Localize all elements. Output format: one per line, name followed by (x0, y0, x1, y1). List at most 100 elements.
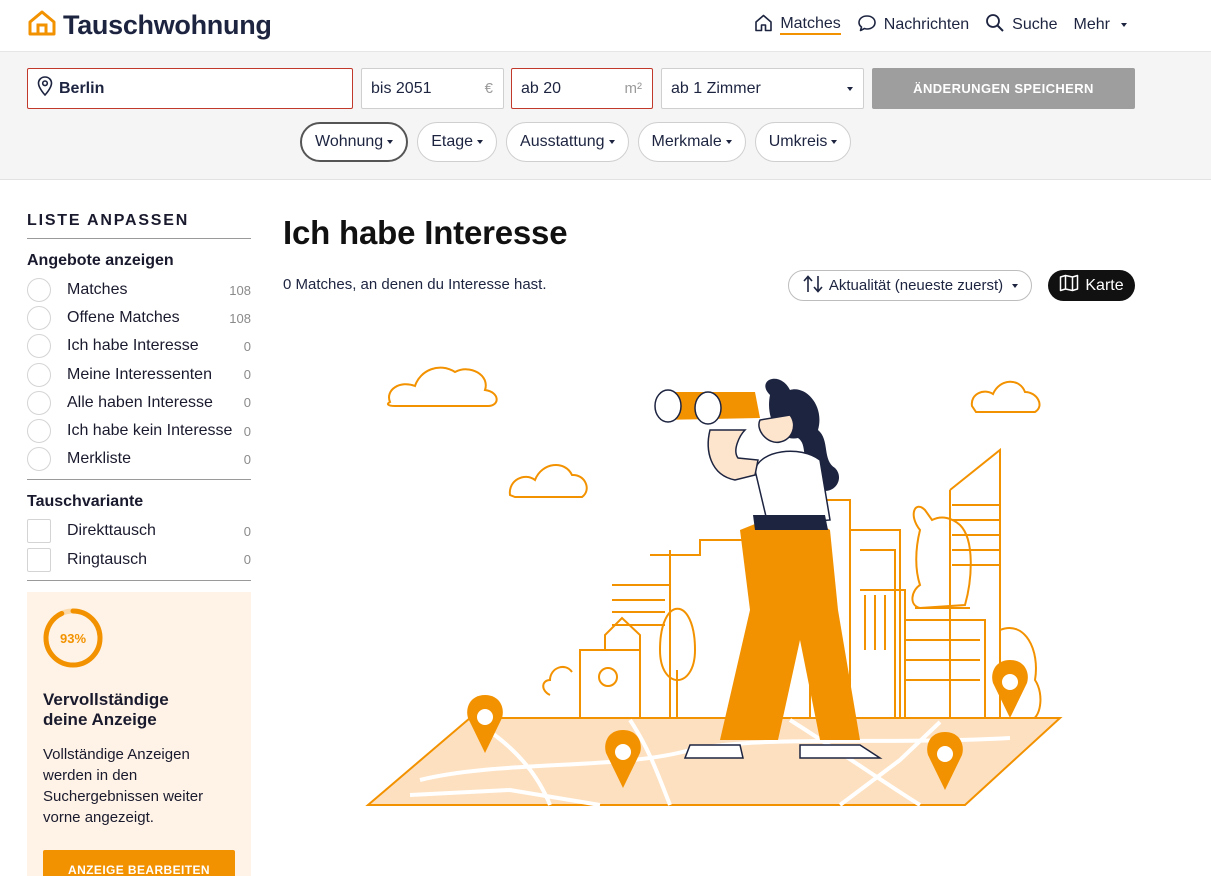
rooms-select[interactable]: ab 1 Zimmer (661, 68, 864, 109)
progress-ring: 93% (43, 608, 103, 668)
checkbox[interactable] (27, 547, 51, 572)
list-item-ich-habe-interesse[interactable]: Ich habe Interesse 0 (27, 332, 251, 360)
list-item-ringtausch[interactable]: Ringtausch 0 (27, 546, 251, 574)
match-count-text: 0 Matches, an denen du Interesse hast. (283, 276, 547, 293)
nav-mehr[interactable]: Mehr (1074, 12, 1127, 38)
radio-button[interactable] (27, 419, 51, 444)
cloud-icon (508, 464, 588, 498)
radio-button[interactable] (27, 334, 51, 359)
promo-title: Vervollständige deine Anzeige (43, 690, 169, 729)
radio-button[interactable] (27, 278, 51, 303)
save-changes-button[interactable]: ÄNDERUNGEN SPEICHERN (872, 68, 1135, 109)
list-item-count: 0 (243, 523, 251, 539)
empty-state-illustration (360, 350, 1070, 815)
divider (27, 479, 251, 481)
filter-ausstattung[interactable]: Ausstattung (506, 122, 629, 162)
page-title: Ich habe Interesse (283, 214, 568, 251)
map-view-button[interactable]: Karte (1048, 270, 1135, 301)
list-filter-sidebar: LISTE ANPASSEN Angebote anzeigen Matches… (27, 212, 251, 581)
woman-with-binoculars (654, 378, 883, 759)
radio-button[interactable] (27, 390, 51, 415)
search-icon (985, 13, 1005, 38)
nav-matches[interactable]: Matches (754, 12, 841, 38)
sidebar-title: LISTE ANPASSEN (27, 212, 251, 239)
sort-label: Aktualität (neueste zuerst) (828, 277, 1004, 294)
offers-heading: Angebote anzeigen (27, 252, 174, 269)
list-item-kein-interesse[interactable]: Ich habe kein Interesse 0 (27, 417, 251, 445)
min-area-value: ab 20 (521, 79, 562, 97)
filter-merkmale[interactable]: Merkmale (637, 122, 746, 162)
nav-nachrichten[interactable]: Nachrichten (857, 12, 969, 38)
square-meter-unit: m² (624, 80, 643, 97)
sort-arrows-icon (802, 274, 824, 298)
divider (27, 579, 251, 581)
radio-button[interactable] (27, 306, 51, 331)
checkbox[interactable] (27, 519, 51, 544)
filter-label: Etage (431, 133, 474, 150)
filter-umkreis[interactable]: Umkreis (754, 122, 852, 162)
chevron-down-icon (725, 140, 732, 144)
main-nav: Matches Nachrichten Suche Mehr (754, 12, 1127, 38)
sort-dropdown[interactable]: Aktualität (neueste zuerst) (788, 270, 1032, 301)
list-item-label: Ich habe kein Interesse (67, 422, 233, 440)
list-item-label: Alle haben Interesse (67, 393, 213, 411)
filter-wohnung[interactable]: Wohnung (300, 122, 409, 162)
city-value: Berlin (59, 79, 105, 97)
list-item-count: 108 (229, 310, 251, 326)
chevron-down-icon (477, 140, 484, 144)
list-item-label: Offene Matches (67, 309, 180, 327)
nav-mehr-label: Mehr (1073, 16, 1110, 33)
nav-nachrichten-label: Nachrichten (883, 16, 970, 33)
chat-bubble-icon (857, 14, 877, 37)
list-item-label: Direkttausch (67, 522, 156, 540)
chevron-down-icon (847, 87, 853, 91)
rooms-value: ab 1 Zimmer (671, 79, 761, 97)
map-icon (1059, 274, 1079, 297)
list-item-merkliste[interactable]: Merkliste 0 (27, 445, 251, 473)
filter-label: Ausstattung (520, 133, 605, 150)
promo-text: Vollständige Anzeigen werden in den Such… (43, 746, 204, 826)
home-icon (754, 14, 773, 37)
radio-button[interactable] (27, 447, 51, 472)
location-pin-icon (37, 76, 53, 101)
list-item-label: Matches (67, 281, 128, 299)
list-item-offene-matches[interactable]: Offene Matches 108 (27, 304, 251, 332)
brand-logo[interactable]: Tauschwohnung (27, 8, 272, 42)
filter-etage[interactable]: Etage (417, 122, 498, 162)
list-item-label: Ich habe Interesse (67, 337, 199, 355)
chevron-down-icon (1012, 283, 1019, 288)
filter-label: Wohnung (315, 133, 384, 150)
chevron-down-icon (387, 140, 394, 144)
nav-matches-label: Matches (780, 15, 841, 35)
brand-name: Tauschwohnung (63, 9, 272, 40)
top-navigation-bar: Tauschwohnung Matches Nachrichten Suche … (0, 0, 1211, 52)
list-item-label: Meine Interessenten (67, 365, 212, 383)
nav-suche[interactable]: Suche (985, 12, 1058, 38)
radio-button[interactable] (27, 362, 51, 387)
list-item-meine-interessenten[interactable]: Meine Interessenten 0 (27, 361, 251, 389)
profile-completion-card: 93% Vervollständige deine Anzeige Vollst… (27, 592, 251, 876)
cloud-icon (386, 366, 498, 407)
house-logo-icon (27, 10, 57, 41)
list-item-label: Ringtausch (67, 550, 148, 568)
chevron-down-icon (831, 140, 838, 144)
list-item-direkttausch[interactable]: Direkttausch 0 (27, 517, 251, 545)
chevron-down-icon (1121, 23, 1127, 27)
min-area-input[interactable]: ab 20 m² (511, 68, 653, 109)
edit-listing-button[interactable]: ANZEIGE BEARBEITEN (43, 850, 235, 876)
euro-unit: € (484, 80, 493, 97)
list-item-count: 0 (243, 338, 251, 354)
list-item-alle-haben-interesse[interactable]: Alle haben Interesse 0 (27, 389, 251, 417)
map-label: Karte (1085, 276, 1124, 294)
variant-heading: Tauschvariante (27, 493, 144, 511)
list-item-matches[interactable]: Matches 108 (27, 276, 251, 304)
list-item-count: 0 (243, 367, 251, 383)
list-item-count: 108 (229, 282, 251, 298)
max-rent-input[interactable]: bis 2051 € (361, 68, 504, 109)
max-rent-value: bis 2051 (371, 79, 432, 97)
cloud-icon (970, 380, 1041, 413)
city-input[interactable]: Berlin (27, 68, 353, 109)
list-item-count: 0 (243, 395, 251, 411)
list-item-label: Merkliste (67, 450, 132, 468)
list-item-count: 0 (243, 423, 251, 439)
